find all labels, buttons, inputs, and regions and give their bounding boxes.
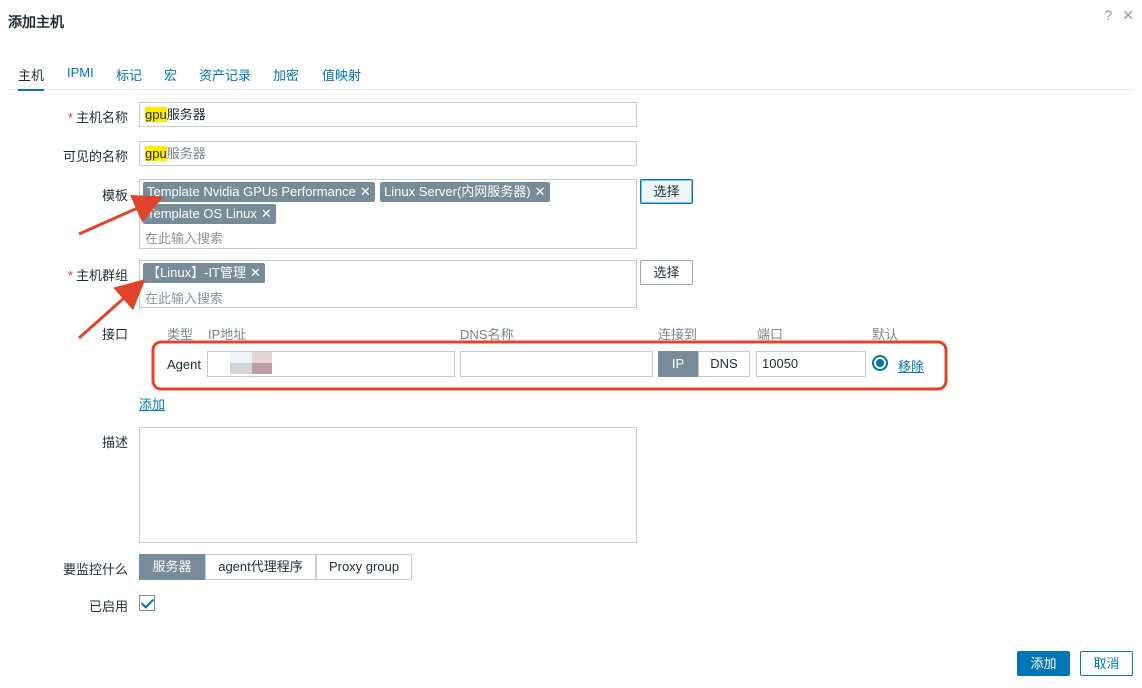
host-name-input[interactable]: gpu服务器 bbox=[139, 102, 637, 127]
interface-port-input[interactable]: 10050 bbox=[756, 351, 866, 377]
add-interface-link[interactable]: 添加 bbox=[139, 394, 165, 413]
templates-select-button[interactable]: 选择 bbox=[640, 179, 693, 204]
remove-chip-icon[interactable]: ✕ bbox=[261, 204, 272, 224]
remove-chip-icon[interactable]: ✕ bbox=[250, 263, 261, 283]
interfaces-label: 接口 bbox=[101, 327, 128, 342]
host-groups-multiselect[interactable]: 【Linux】-IT管理 ✕ 在此输入搜索 bbox=[139, 260, 637, 308]
monitored-by-proxy-group[interactable]: Proxy group bbox=[316, 554, 412, 580]
help-icon[interactable]: ? bbox=[1104, 7, 1112, 24]
enabled-checkbox[interactable] bbox=[139, 595, 155, 611]
col-default: 默认 bbox=[872, 327, 899, 342]
tab-encryption[interactable]: 加密 bbox=[273, 65, 299, 84]
tab-inventory[interactable]: 资产记录 bbox=[199, 65, 251, 84]
remove-interface-link[interactable]: 移除 bbox=[898, 356, 924, 375]
templates-multiselect[interactable]: Template Nvidia GPUs Performance ✕ Linux … bbox=[139, 179, 637, 249]
tab-ipmi[interactable]: IPMI bbox=[67, 65, 94, 80]
monitored-by-server[interactable]: 服务器 bbox=[139, 554, 205, 580]
connect-dns-button[interactable]: DNS bbox=[698, 351, 750, 377]
tab-value-mapping[interactable]: 值映射 bbox=[322, 65, 361, 84]
dialog-title: 添加主机 bbox=[8, 14, 64, 30]
col-dns: DNS名称 bbox=[460, 327, 514, 342]
required-mark: * bbox=[67, 110, 73, 125]
host-groups-select-button[interactable]: 选择 bbox=[640, 260, 693, 285]
interface-type: Agent bbox=[167, 357, 201, 372]
monitored-by-toggle: 服务器 agent代理程序 Proxy group bbox=[139, 554, 412, 580]
tab-host[interactable]: 主机 bbox=[18, 65, 45, 91]
host-group-chip: 【Linux】-IT管理 ✕ bbox=[143, 263, 265, 283]
connect-to-toggle: IP DNS bbox=[658, 351, 750, 377]
col-port: 端口 bbox=[757, 327, 784, 342]
monitored-by-proxy[interactable]: agent代理程序 bbox=[205, 554, 316, 580]
tab-macros[interactable]: 宏 bbox=[164, 65, 177, 84]
cancel-button[interactable]: 取消 bbox=[1080, 651, 1133, 676]
col-connect: 连接到 bbox=[658, 327, 698, 342]
monitored-by-label: 要监控什么 bbox=[62, 562, 128, 577]
close-icon[interactable]: ✕ bbox=[1122, 7, 1134, 24]
connect-ip-button[interactable]: IP bbox=[658, 351, 698, 377]
remove-chip-icon[interactable]: ✕ bbox=[360, 182, 371, 202]
required-mark: * bbox=[67, 268, 73, 283]
templates-search-placeholder[interactable]: 在此输入搜索 bbox=[145, 228, 223, 247]
default-interface-radio[interactable] bbox=[872, 355, 888, 371]
tab-bar: 主机 IPMI 标记 宏 资产记录 加密 值映射 bbox=[8, 62, 1134, 91]
host-name-label: * 主机名称 bbox=[67, 110, 128, 125]
col-type: 类型 bbox=[167, 327, 194, 342]
templates-label: 模板 bbox=[101, 188, 128, 203]
visible-name-label: 可见的名称 bbox=[62, 149, 128, 164]
description-textarea[interactable] bbox=[139, 427, 637, 543]
template-chip: Linux Server(内网服务器) ✕ bbox=[380, 182, 550, 202]
visible-name-input[interactable]: gpu服务器 bbox=[139, 141, 637, 166]
remove-chip-icon[interactable]: ✕ bbox=[535, 182, 546, 202]
template-chip: Template Nvidia GPUs Performance ✕ bbox=[143, 182, 375, 202]
dialog-tools: ? ✕ bbox=[1104, 7, 1134, 24]
host-groups-label: * 主机群组 bbox=[67, 268, 128, 283]
blurred-ip-value bbox=[230, 352, 272, 374]
add-button[interactable]: 添加 bbox=[1017, 651, 1070, 676]
interface-dns-input[interactable] bbox=[460, 351, 653, 377]
col-ip: IP地址 bbox=[208, 327, 247, 342]
enabled-label: 已启用 bbox=[88, 599, 128, 614]
host-groups-search-placeholder[interactable]: 在此输入搜索 bbox=[145, 288, 223, 307]
template-chip: Template OS Linux ✕ bbox=[143, 204, 276, 224]
tab-tags[interactable]: 标记 bbox=[116, 65, 142, 84]
description-label: 描述 bbox=[101, 435, 128, 450]
